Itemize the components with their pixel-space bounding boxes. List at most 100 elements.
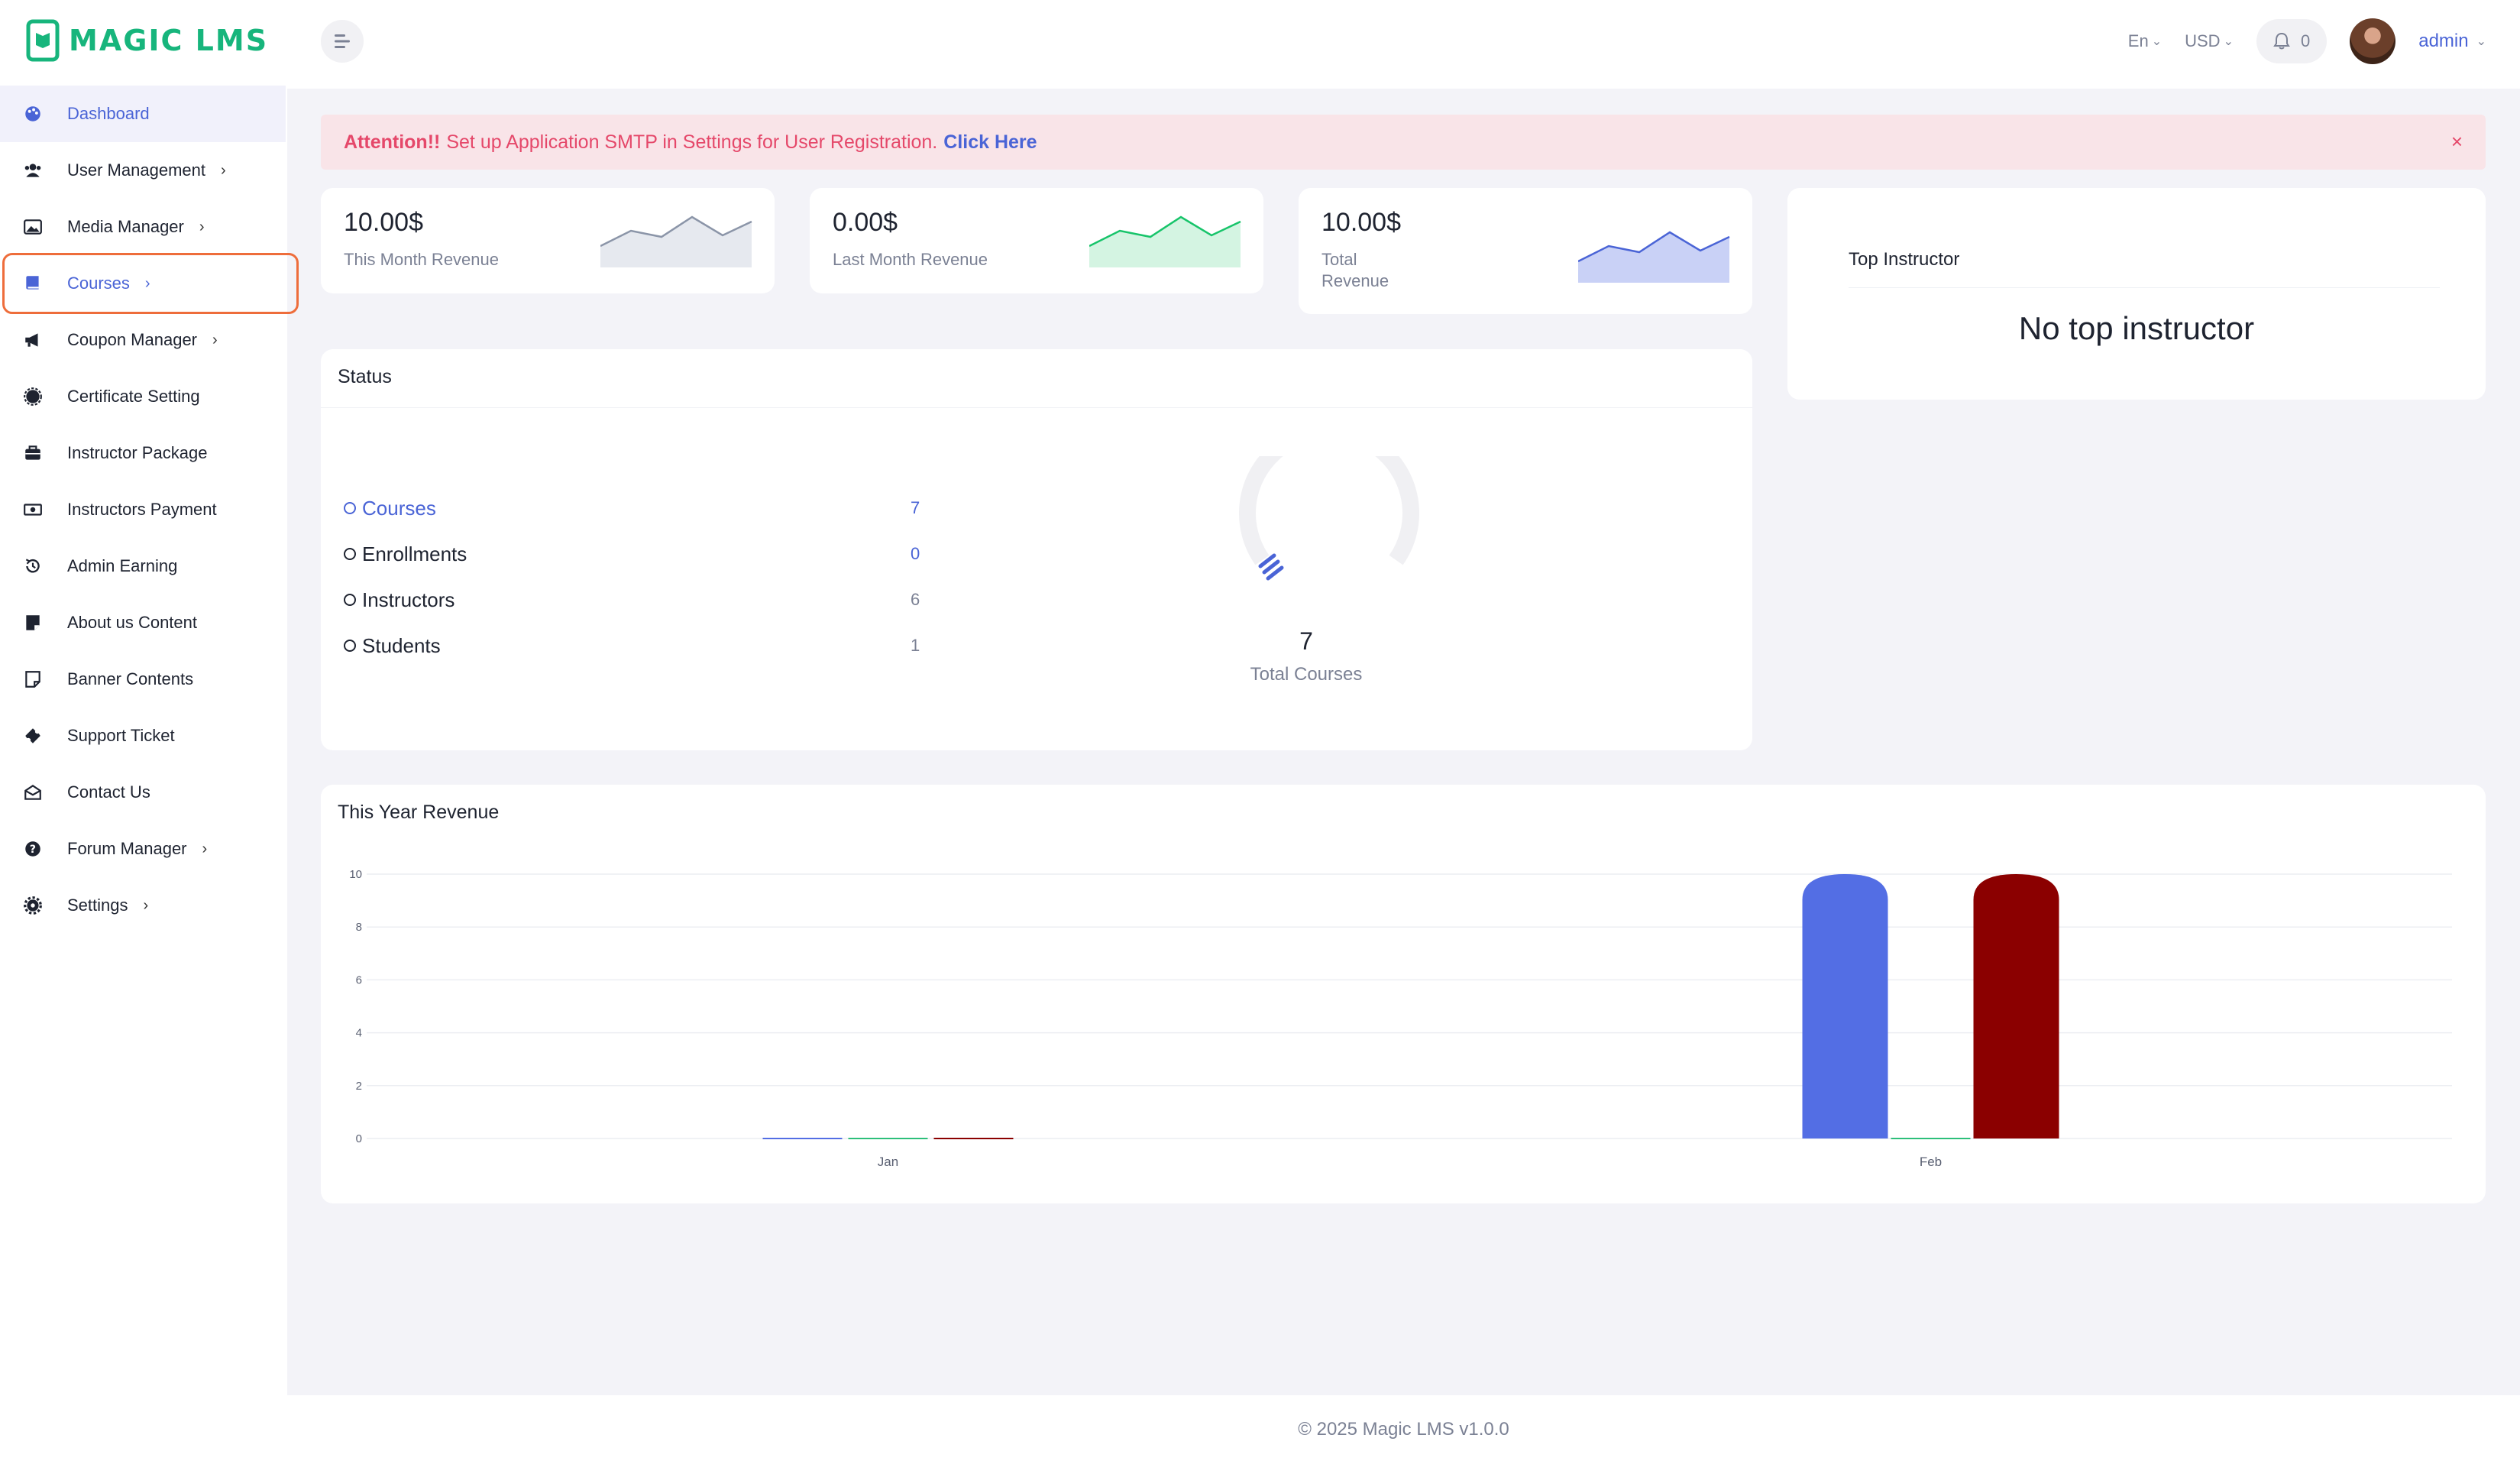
sidebar-item-label: Courses	[67, 274, 130, 293]
book-icon	[21, 272, 44, 295]
revenue-card-this-month: 10.00$ This Month Revenue	[321, 188, 775, 293]
chevron-right-icon: ›	[202, 840, 208, 857]
question-circle-icon: ?	[21, 837, 44, 860]
palette-icon	[21, 102, 44, 125]
revenue-label: Total Revenue	[1321, 250, 1389, 290]
footer-text: © 2025 Magic LMS v1.0.0	[1298, 1419, 1509, 1440]
top-instructor-title: Top Instructor	[1849, 249, 1960, 270]
sidebar-item-label: Instructors Payment	[67, 500, 217, 519]
sidebar-item-settings[interactable]: Settings ›	[0, 877, 287, 934]
sidebar-item-label: Settings	[67, 896, 128, 915]
chevron-down-icon: ⌄	[2476, 35, 2486, 48]
bell-icon	[2273, 32, 2290, 50]
sidebar-item-instructor-package[interactable]: Instructor Package	[0, 425, 287, 481]
alert-link[interactable]: Click Here	[943, 131, 1037, 154]
revenue-card-last-month: 0.00$ Last Month Revenue	[810, 188, 1263, 293]
menu-align-icon	[335, 34, 350, 48]
sidebar-item-certificate-setting[interactable]: Certificate Setting	[0, 368, 287, 425]
y-tick-label: 2	[356, 1080, 362, 1093]
currency-value: USD	[2185, 31, 2221, 50]
notifications-button[interactable]: 0	[2256, 19, 2328, 63]
user-name: admin	[2418, 31, 2469, 51]
topbar: En ⌄ USD ⌄ 0 admin ⌄	[287, 0, 2520, 89]
total-courses-label: Total Courses	[1250, 664, 1363, 685]
status-label: Courses	[362, 496, 436, 520]
sidebar-item-label: Admin Earning	[67, 556, 178, 575]
chevron-right-icon: ›	[199, 218, 205, 235]
sidebar-item-dashboard[interactable]: Dashboard	[0, 86, 286, 142]
currency-select[interactable]: USD ⌄	[2185, 31, 2234, 51]
close-icon[interactable]: ×	[2451, 130, 2463, 154]
sidebar-item-label: Certificate Setting	[67, 387, 200, 406]
sidebar-item-forum-manager[interactable]: ? Forum Manager ›	[0, 821, 287, 877]
divider	[1849, 287, 2440, 288]
sparkline-chart	[1578, 231, 1730, 283]
avatar[interactable]	[2350, 18, 2396, 64]
history-icon	[21, 555, 44, 578]
language-select[interactable]: En ⌄	[2128, 31, 2162, 51]
status-value: 0	[911, 544, 920, 563]
year-revenue-chart: 0 2 4 6 8 10 Jan Feb	[349, 868, 2452, 1169]
status-value: 6	[911, 590, 920, 609]
circle-icon	[344, 548, 356, 560]
brand-logo[interactable]: MAGIC LMS	[26, 15, 268, 66]
sidebar-item-contact-us[interactable]: Contact Us	[0, 764, 287, 821]
smtp-alert: Attention!! Set up Application SMTP in S…	[321, 115, 2486, 170]
revenue-amount: 10.00$	[1321, 208, 1401, 237]
sidebar-item-banner-contents[interactable]: Banner Contents	[0, 651, 287, 708]
y-tick-label: 6	[356, 973, 362, 986]
sparkline-chart	[600, 215, 752, 267]
svg-text:?: ?	[30, 844, 36, 856]
top-instructor-card: Top Instructor No top instructor	[1787, 188, 2486, 400]
image-icon	[21, 215, 44, 238]
chevron-right-icon: ›	[212, 331, 218, 348]
sidebar-item-label: Instructor Package	[67, 443, 208, 462]
circle-icon	[344, 640, 356, 652]
brand-name: MAGIC LMS	[69, 24, 269, 57]
revenue-label: Last Month Revenue	[833, 250, 988, 269]
status-value: 7	[911, 498, 920, 517]
status-row-instructors[interactable]: Instructors 6	[344, 585, 920, 615]
x-tick-label: Jan	[878, 1155, 898, 1169]
y-tick-label: 0	[356, 1132, 362, 1145]
sidebar-item-label: Support Ticket	[67, 726, 175, 745]
sidebar-item-label: Coupon Manager	[67, 330, 198, 349]
gear-icon	[21, 894, 44, 917]
menu-toggle-button[interactable]	[321, 20, 364, 63]
circle-icon	[344, 594, 356, 606]
sidebar-item-media-manager[interactable]: Media Manager ›	[0, 199, 287, 255]
sidebar-item-label: Dashboard	[67, 104, 150, 123]
sidebar-item-support-ticket[interactable]: Support Ticket	[0, 708, 287, 764]
money-icon	[21, 498, 44, 521]
revenue-label: This Month Revenue	[344, 250, 499, 269]
sidebar-item-about-us-content[interactable]: About us Content	[0, 594, 287, 651]
sidebar-item-label: Media Manager	[67, 217, 184, 236]
footer: © 2025 Magic LMS v1.0.0	[287, 1395, 2520, 1464]
status-label: Instructors	[362, 588, 455, 611]
briefcase-icon	[21, 442, 44, 465]
bar	[1802, 874, 1888, 1138]
status-label: Students	[362, 633, 441, 657]
status-card: Status Courses 7 Enrollments 0 Instructo…	[321, 349, 1752, 750]
status-title: Status	[338, 366, 392, 387]
sticky-note-icon	[21, 668, 44, 691]
status-row-students[interactable]: Students 1	[344, 630, 920, 661]
language-value: En	[2127, 31, 2149, 50]
status-row-courses[interactable]: Courses 7	[344, 493, 920, 523]
sidebar-nav: Dashboard User Management › Media Manager › C…	[0, 86, 299, 934]
y-tick-label: 8	[356, 921, 362, 934]
sidebar-item-user-management[interactable]: User Management ›	[0, 142, 287, 199]
sidebar-item-instructors-payment[interactable]: Instructors Payment	[0, 481, 287, 538]
alert-message: Set up Application SMTP in Settings for …	[446, 131, 938, 153]
chevron-right-icon: ›	[144, 274, 150, 292]
status-value: 1	[911, 636, 920, 655]
status-row-enrollments[interactable]: Enrollments 0	[344, 539, 920, 569]
divider	[321, 407, 1752, 408]
sidebar-item-admin-earning[interactable]: Admin Earning	[0, 538, 287, 594]
sidebar-item-courses[interactable]: Courses ›	[2, 253, 299, 314]
y-tick-label: 10	[349, 868, 362, 881]
user-menu[interactable]: admin ⌄	[2418, 31, 2486, 52]
circle-icon	[344, 502, 356, 514]
sidebar-item-label: Forum Manager	[67, 839, 187, 858]
sidebar-item-coupon-manager[interactable]: Coupon Manager ›	[0, 312, 287, 368]
